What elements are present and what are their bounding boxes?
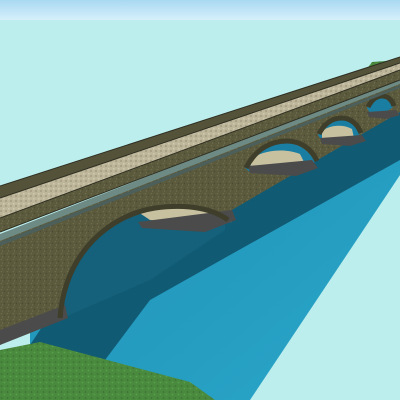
bridge-illustration: [0, 56, 400, 400]
bridge-scene: [0, 0, 400, 400]
